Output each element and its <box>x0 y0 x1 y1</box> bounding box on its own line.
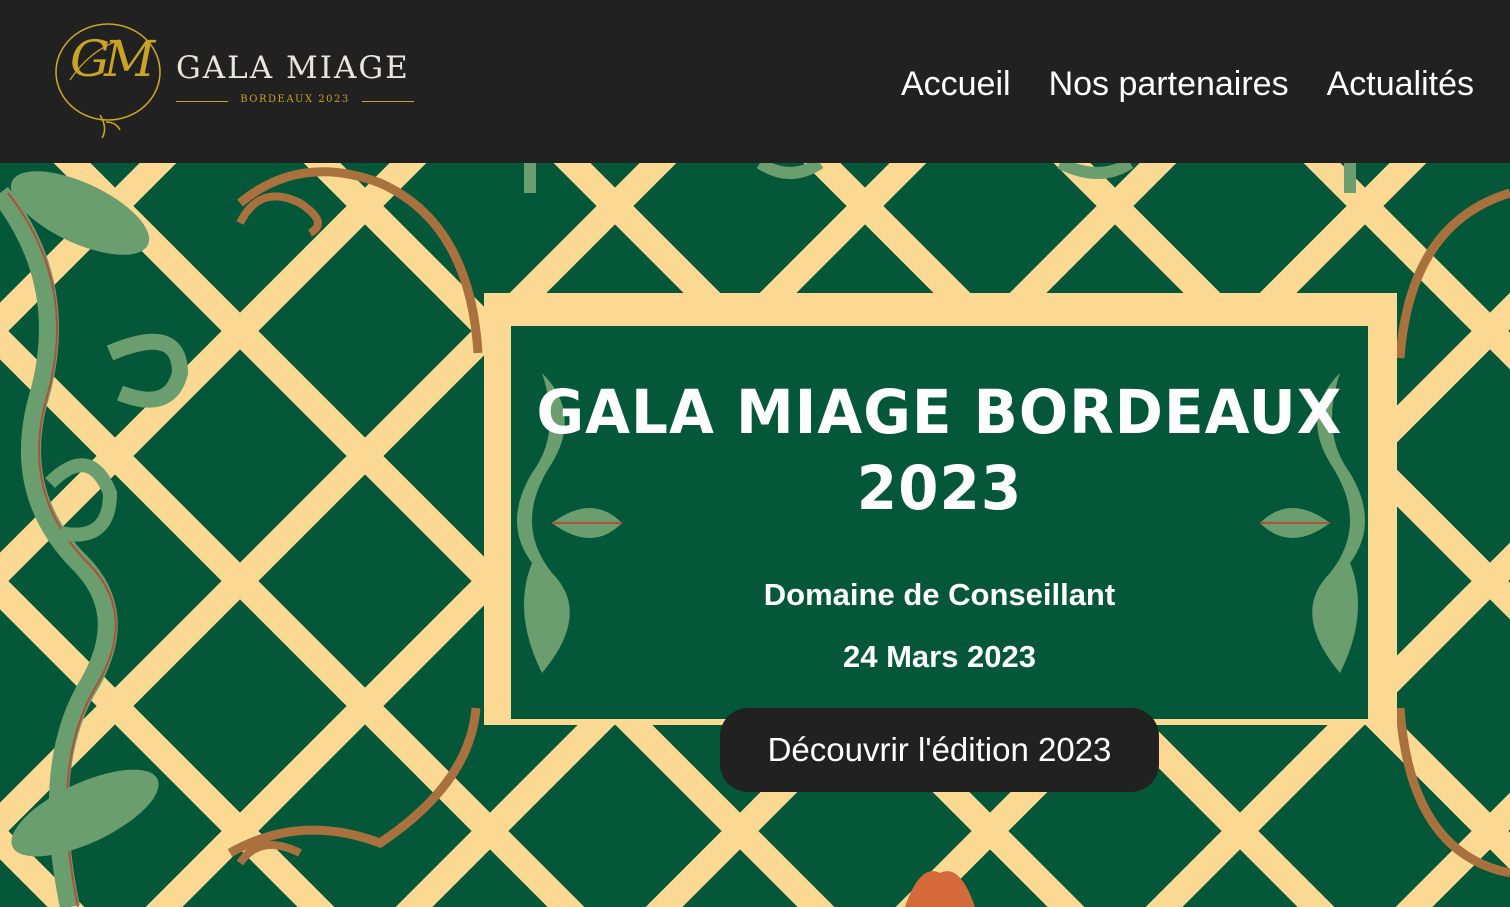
nav-item-accueil[interactable]: Accueil <box>901 62 1011 106</box>
logo-wordmark: GALA MIAGE <box>176 50 410 86</box>
discover-edition-button[interactable]: Découvrir l'édition 2023 <box>720 708 1159 792</box>
logo-subtitle: BORDEAUX 2023 <box>240 94 350 105</box>
site-logo[interactable]: GM GALA MIAGE BORDEAUX 2023 <box>50 10 420 145</box>
hero-venue: Domaine de Conseillant <box>763 577 1116 612</box>
nav-item-actualites[interactable]: Actualités <box>1327 62 1474 106</box>
main-nav: Accueil Nos partenaires Actualités <box>901 62 1474 106</box>
logo-subtitle-rule: BORDEAUX 2023 <box>176 94 414 108</box>
hero-date: 24 Mars 2023 <box>842 639 1037 674</box>
hero-title: GALA MIAGE BORDEAUX 2023 <box>536 376 1343 524</box>
hero-banner: GALA MIAGE BORDEAUX 2023 Domaine de Cons… <box>0 163 1510 907</box>
site-header: GM GALA MIAGE BORDEAUX 2023 Accueil Nos … <box>0 0 1510 163</box>
logo-monogram: GM <box>70 30 155 88</box>
nav-item-partenaires[interactable]: Nos partenaires <box>1049 62 1289 106</box>
